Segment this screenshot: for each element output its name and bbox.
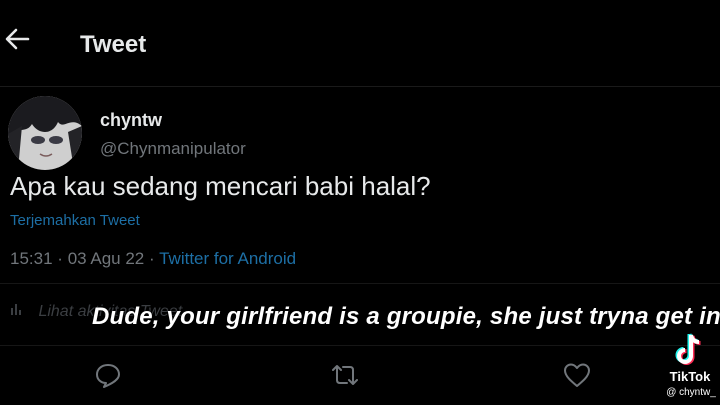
tweet-meta: 15:31 · 03 Agu 22 · Twitter for Android (10, 249, 296, 269)
tweet-time[interactable]: 15:31 (10, 249, 53, 268)
reply-icon[interactable] (93, 360, 123, 390)
retweet-icon[interactable] (330, 360, 360, 390)
tiktok-username: @ chyntw_ (666, 387, 716, 398)
tweet-source[interactable]: Twitter for Android (159, 249, 296, 268)
meta-separator: · (149, 249, 155, 268)
arrow-left-icon[interactable] (2, 24, 32, 54)
analytics-icon (10, 303, 26, 320)
avatar[interactable] (8, 96, 82, 170)
divider (0, 283, 720, 284)
tiktok-brand: TikTok (669, 369, 711, 384)
tweet-date[interactable]: 03 Agu 22 (68, 249, 145, 268)
meta-separator: · (57, 249, 63, 268)
video-caption: Dude, your girlfriend is a groupie, she … (92, 303, 720, 330)
avatar-image (8, 96, 82, 170)
display-name[interactable]: chyntw (100, 110, 162, 131)
user-handle[interactable]: @Chynmanipulator (100, 139, 246, 159)
top-bar: Tweet (0, 0, 720, 87)
tiktok-watermark: TikTok @ chyntw_ (662, 332, 720, 402)
translate-tweet-link[interactable]: Terjemahkan Tweet (10, 212, 140, 229)
heart-icon[interactable] (562, 360, 592, 390)
divider (0, 345, 720, 346)
page-title: Tweet (80, 31, 147, 58)
tiktok-logo-icon (675, 333, 701, 365)
tweet-text: Apa kau sedang mencari babi halal? (10, 171, 431, 201)
